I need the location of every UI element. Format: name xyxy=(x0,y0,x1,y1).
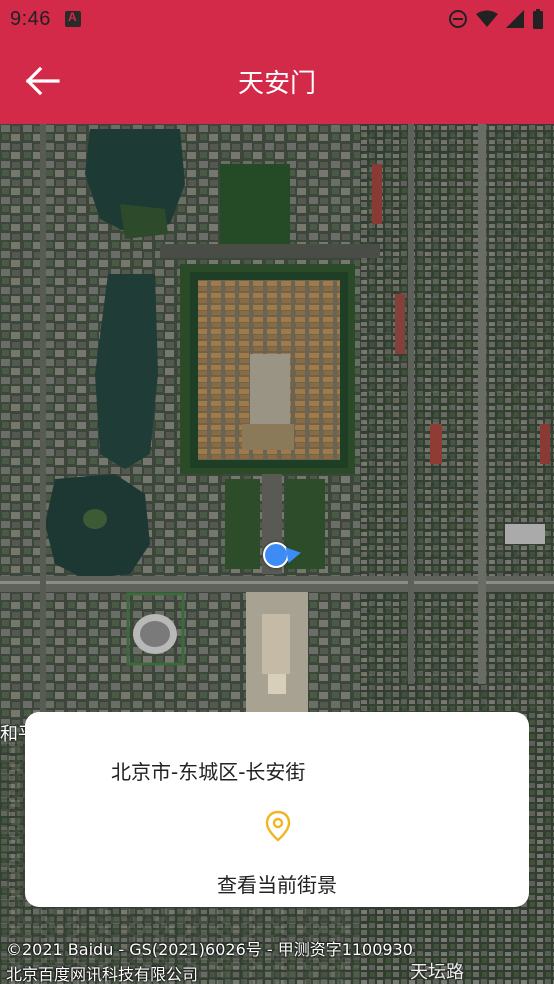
location-card: 北京市-东城区-长安街 查看当前街景 xyxy=(25,712,529,907)
status-icons xyxy=(448,9,544,29)
arrow-left-icon xyxy=(25,66,60,96)
status-bar: 9:46 xyxy=(0,0,554,38)
status-time: 9:46 xyxy=(10,7,51,30)
map-attribution: ©2021 Baidu - GS(2021)6026号 - 甲测资字110093… xyxy=(6,940,413,959)
back-button[interactable] xyxy=(22,62,62,100)
page-title: 天安门 xyxy=(237,68,316,99)
app-notification-icon xyxy=(64,10,81,27)
view-street-view-button[interactable]: 查看当前街景 xyxy=(25,869,529,898)
wifi-icon xyxy=(476,10,498,27)
location-pin-icon[interactable] xyxy=(264,810,292,842)
battery-icon xyxy=(533,9,543,29)
road-label: 天坛路 xyxy=(410,962,464,983)
do-not-disturb-icon xyxy=(449,10,467,28)
signal-icon xyxy=(506,10,524,28)
heading-indicator xyxy=(285,544,303,564)
address-text: 北京市-东城区-长安街 xyxy=(111,760,306,784)
map-attribution-company: 北京百度网讯科技有限公司 xyxy=(6,965,199,984)
app-bar: 天安门 xyxy=(0,38,554,124)
current-location-dot[interactable] xyxy=(263,542,289,568)
